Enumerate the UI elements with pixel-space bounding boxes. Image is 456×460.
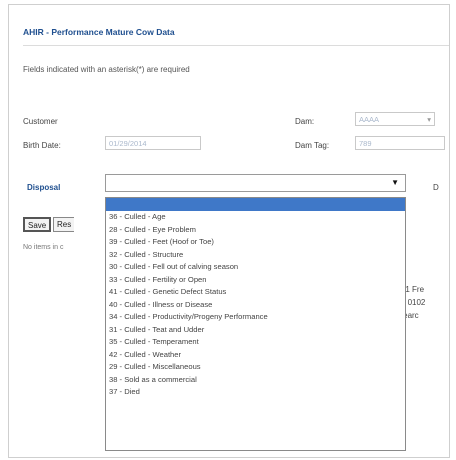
dam-label: Dam: bbox=[295, 117, 315, 126]
disposal-select[interactable]: ▼ bbox=[105, 174, 406, 192]
required-fields-note: Fields indicated with an asterisk(*) are… bbox=[23, 65, 190, 74]
disposal-option[interactable]: 34 - Culled - Productivity/Progeny Perfo… bbox=[106, 311, 405, 324]
birth-date-field[interactable]: 01/29/2014 bbox=[105, 136, 201, 150]
disposal-option[interactable]: 35 - Culled - Temperament bbox=[106, 336, 405, 349]
disposal-option[interactable]: 33 - Culled - Fertility or Open bbox=[106, 274, 405, 287]
disposal-option-blank[interactable] bbox=[106, 198, 405, 211]
disposal-option[interactable]: 38 - Sold as a commercial bbox=[106, 374, 405, 387]
clipped-label-fragment: D bbox=[433, 183, 439, 192]
disposal-option[interactable]: 32 - Culled - Structure bbox=[106, 249, 405, 262]
disposal-option[interactable]: 39 - Culled - Feet (Hoof or Toe) bbox=[106, 236, 405, 249]
customer-label: Customer bbox=[23, 117, 58, 126]
disposal-option[interactable]: 37 - Died bbox=[106, 386, 405, 399]
dam-tag-field[interactable]: 789 bbox=[355, 136, 445, 150]
birth-date-label: Birth Date: bbox=[23, 141, 61, 150]
disposal-option[interactable]: 31 - Culled - Teat and Udder bbox=[106, 324, 405, 337]
disposal-option[interactable]: 30 - Culled - Fell out of calving season bbox=[106, 261, 405, 274]
save-button[interactable]: Save bbox=[23, 217, 52, 232]
disposal-option[interactable]: 42 - Culled - Weather bbox=[106, 349, 405, 362]
disposal-dropdown-list[interactable]: 36 - Culled - Age 28 - Culled - Eye Prob… bbox=[105, 197, 406, 451]
reset-button[interactable]: Res bbox=[53, 217, 75, 232]
disposal-label: Disposal bbox=[27, 183, 61, 192]
form-panel: AHIR - Performance Mature Cow Data Field… bbox=[8, 4, 450, 458]
title-divider bbox=[23, 45, 449, 46]
disposal-option[interactable]: 41 - Culled - Genetic Defect Status bbox=[106, 286, 405, 299]
dam-value: AAAA bbox=[359, 115, 380, 124]
disposal-option[interactable]: 40 - Culled - Illness or Disease bbox=[106, 299, 405, 312]
dam-tag-label: Dam Tag: bbox=[295, 141, 330, 150]
chevron-down-icon: ▼ bbox=[391, 178, 399, 187]
page-title: AHIR - Performance Mature Cow Data bbox=[23, 27, 175, 37]
disposal-option[interactable]: 28 - Culled - Eye Problem bbox=[106, 224, 405, 237]
no-items-text: No items in c bbox=[23, 244, 64, 251]
disposal-option[interactable]: 36 - Culled - Age bbox=[106, 211, 405, 224]
chevron-down-icon: ▾ bbox=[427, 115, 431, 124]
disposal-option[interactable]: 29 - Culled - Miscellaneous bbox=[106, 361, 405, 374]
dam-select[interactable]: AAAA ▾ bbox=[355, 112, 435, 126]
